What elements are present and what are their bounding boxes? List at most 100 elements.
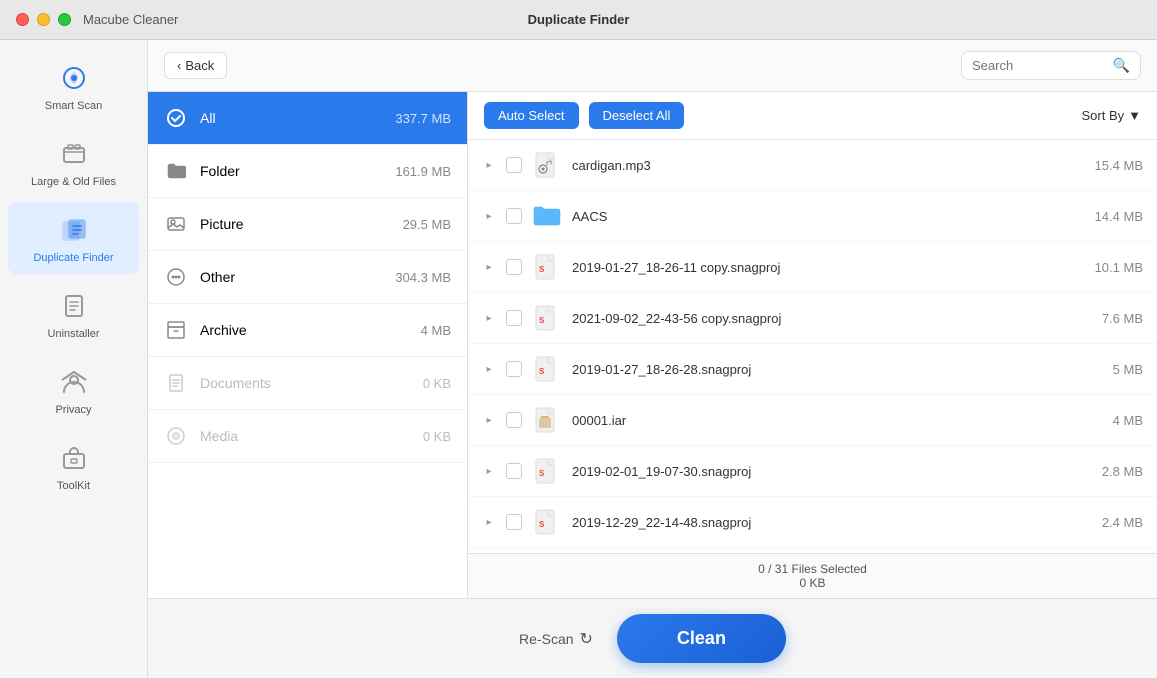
- content-area: All 337.7 MB Folder 161.9 MB: [148, 92, 1157, 598]
- auto-select-button[interactable]: Auto Select: [484, 102, 579, 129]
- sidebar-item-privacy[interactable]: Privacy: [8, 354, 139, 426]
- category-size-documents: 0 KB: [423, 376, 451, 391]
- category-item-other[interactable]: Other 304.3 MB: [148, 251, 467, 304]
- sidebar-label-duplicate-finder: Duplicate Finder: [33, 252, 113, 264]
- expand-arrow-icon[interactable]: ▸: [482, 515, 496, 529]
- close-button[interactable]: [16, 13, 29, 26]
- file-name: 2019-12-29_22-14-48.snagproj: [572, 515, 1092, 530]
- category-name-media: Media: [200, 428, 411, 444]
- table-row[interactable]: ▸ S 2021-09-02_22-43-56 copy.snagproj 7.…: [468, 293, 1157, 344]
- file-checkbox[interactable]: [506, 463, 522, 479]
- sort-by-label: Sort By: [1082, 108, 1125, 123]
- file-name: cardigan.mp3: [572, 158, 1085, 173]
- maximize-button[interactable]: [58, 13, 71, 26]
- svg-text:S: S: [539, 265, 545, 274]
- status-size: 0 KB: [484, 576, 1141, 590]
- svg-text:S: S: [539, 520, 545, 529]
- table-row[interactable]: ▸ 00001.iar 4 MB: [468, 395, 1157, 446]
- file-list: ▸ cardigan.mp3 15.4 MB: [468, 140, 1157, 553]
- expand-arrow-icon[interactable]: ▸: [482, 464, 496, 478]
- table-row[interactable]: ▸ S 2019-01-27_18-26-11 copy.snagproj 10…: [468, 242, 1157, 293]
- category-item-folder[interactable]: Folder 161.9 MB: [148, 145, 467, 198]
- file-name: 2019-01-27_18-26-11 copy.snagproj: [572, 260, 1085, 275]
- expand-arrow-icon[interactable]: ▸: [482, 362, 496, 376]
- sidebar-label-toolkit: ToolKit: [57, 480, 90, 492]
- iar-icon: [532, 405, 562, 435]
- category-name-archive: Archive: [200, 322, 409, 338]
- minimize-button[interactable]: [37, 13, 50, 26]
- expand-arrow-icon[interactable]: ▸: [482, 209, 496, 223]
- window-title: Duplicate Finder: [528, 12, 630, 27]
- category-size-other: 304.3 MB: [395, 270, 451, 285]
- expand-arrow-icon[interactable]: ▸: [482, 260, 496, 274]
- uninstaller-icon: [56, 288, 92, 324]
- file-name: AACS: [572, 209, 1085, 224]
- table-row[interactable]: ▸ cardigan.mp3 15.4 MB: [468, 140, 1157, 191]
- file-checkbox[interactable]: [506, 157, 522, 173]
- sidebar-label-privacy: Privacy: [55, 404, 91, 416]
- file-list-header: Auto Select Deselect All Sort By ▼: [468, 92, 1157, 140]
- sidebar-item-large-old-files[interactable]: Large & Old Files: [8, 126, 139, 198]
- sort-by-chevron-icon: ▼: [1128, 108, 1141, 123]
- documents-icon: [164, 371, 188, 395]
- clean-button[interactable]: Clean: [617, 614, 786, 663]
- sidebar-item-uninstaller[interactable]: Uninstaller: [8, 278, 139, 350]
- sidebar-item-duplicate-finder[interactable]: Duplicate Finder: [8, 202, 139, 274]
- rescan-button[interactable]: Re-Scan ↻: [519, 629, 593, 649]
- svg-text:S: S: [539, 316, 545, 325]
- category-name-documents: Documents: [200, 375, 411, 391]
- category-item-documents[interactable]: Documents 0 KB: [148, 357, 467, 410]
- svg-text:S: S: [539, 367, 545, 376]
- category-size-archive: 4 MB: [421, 323, 451, 338]
- top-bar: ‹ Back 🔍: [148, 40, 1157, 92]
- expand-arrow-icon[interactable]: ▸: [482, 413, 496, 427]
- mp3-icon: [532, 150, 562, 180]
- svg-text:S: S: [539, 469, 545, 478]
- expand-arrow-icon[interactable]: ▸: [482, 311, 496, 325]
- large-old-files-icon: [56, 136, 92, 172]
- snagproj-icon: S: [532, 507, 562, 537]
- snagproj-icon: S: [532, 252, 562, 282]
- app-name: Macube Cleaner: [83, 12, 178, 27]
- sidebar: Smart Scan Large & Old Files: [0, 40, 148, 678]
- category-name-folder: Folder: [200, 163, 383, 179]
- back-button[interactable]: ‹ Back: [164, 52, 227, 79]
- category-item-picture[interactable]: Picture 29.5 MB: [148, 198, 467, 251]
- file-size: 5 MB: [1113, 362, 1143, 377]
- file-size: 2.4 MB: [1102, 515, 1143, 530]
- category-item-archive[interactable]: Archive 4 MB: [148, 304, 467, 357]
- file-checkbox[interactable]: [506, 259, 522, 275]
- category-name-all: All: [200, 110, 383, 126]
- file-checkbox[interactable]: [506, 310, 522, 326]
- deselect-all-button[interactable]: Deselect All: [589, 102, 685, 129]
- table-row[interactable]: ▸ S 2019-02-01_19-07-30.snagproj 2.8 MB: [468, 446, 1157, 497]
- table-row[interactable]: ▸ AACS 14.4 MB: [468, 191, 1157, 242]
- folder-icon: [532, 201, 562, 231]
- file-name: 00001.iar: [572, 413, 1103, 428]
- category-item-media[interactable]: Media 0 KB: [148, 410, 467, 463]
- traffic-lights: [16, 13, 71, 26]
- sidebar-item-toolkit[interactable]: ToolKit: [8, 430, 139, 502]
- sidebar-item-smart-scan[interactable]: Smart Scan: [8, 50, 139, 122]
- table-row[interactable]: ▸ S 2019-12-29_22-14-48.snagproj 2.4 MB: [468, 497, 1157, 548]
- table-row[interactable]: ▸ S 2019-01-27_18-26-28.snagproj 5 MB: [468, 344, 1157, 395]
- category-item-all[interactable]: All 337.7 MB: [148, 92, 467, 145]
- snagproj-icon: S: [532, 354, 562, 384]
- sort-by-dropdown[interactable]: Sort By ▼: [1082, 108, 1142, 123]
- search-input[interactable]: [972, 58, 1107, 73]
- sidebar-label-large-old-files: Large & Old Files: [31, 176, 116, 188]
- file-checkbox[interactable]: [506, 361, 522, 377]
- file-checkbox[interactable]: [506, 514, 522, 530]
- right-panel: ‹ Back 🔍 All 3: [148, 40, 1157, 678]
- file-checkbox[interactable]: [506, 208, 522, 224]
- file-size: 7.6 MB: [1102, 311, 1143, 326]
- file-size: 15.4 MB: [1095, 158, 1143, 173]
- file-checkbox[interactable]: [506, 412, 522, 428]
- privacy-icon: [56, 364, 92, 400]
- category-name-picture: Picture: [200, 216, 391, 232]
- expand-arrow-icon[interactable]: ▸: [482, 158, 496, 172]
- bottom-bar: Re-Scan ↻ Clean: [148, 598, 1157, 678]
- search-box: 🔍: [961, 51, 1141, 80]
- all-icon: [164, 106, 188, 130]
- category-name-other: Other: [200, 269, 383, 285]
